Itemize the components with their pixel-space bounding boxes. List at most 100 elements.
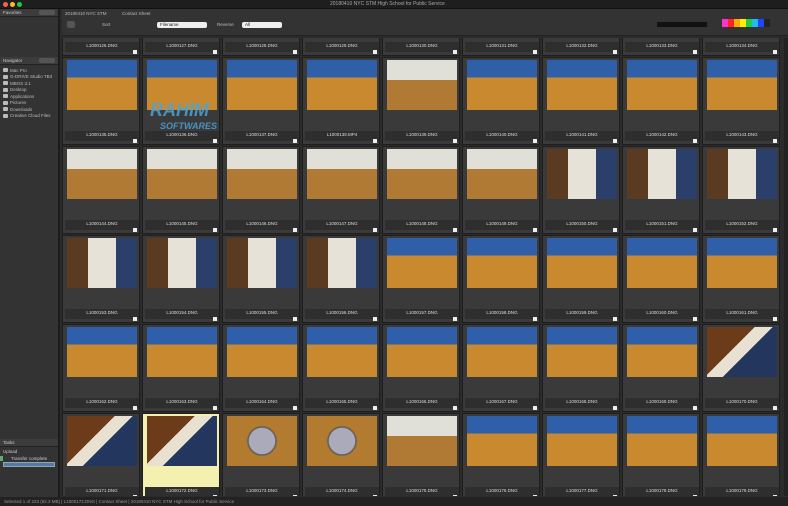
tag-checkbox[interactable] bbox=[693, 50, 697, 54]
thumbnail-cell[interactable]: L1000157.DNG bbox=[382, 235, 460, 323]
tag-checkbox[interactable] bbox=[453, 228, 457, 232]
photo-thumbnail[interactable] bbox=[467, 238, 537, 288]
tag-checkbox[interactable] bbox=[693, 139, 697, 143]
photo-thumbnail[interactable] bbox=[387, 238, 457, 288]
thumbnail-cell[interactable]: L1000126.DNG bbox=[62, 38, 140, 56]
photo-thumbnail[interactable] bbox=[467, 327, 537, 377]
tag-checkbox[interactable] bbox=[453, 317, 457, 321]
tag-checkbox[interactable] bbox=[133, 406, 137, 410]
photo-thumbnail[interactable] bbox=[227, 238, 297, 288]
tag-checkbox[interactable] bbox=[613, 406, 617, 410]
photo-thumbnail[interactable] bbox=[707, 238, 777, 288]
thumbnail-cell[interactable]: L1000152.DNG bbox=[702, 146, 780, 234]
thumbnail-cell[interactable]: L1000179.DNG bbox=[702, 413, 780, 496]
tag-checkbox[interactable] bbox=[213, 228, 217, 232]
photo-thumbnail[interactable] bbox=[627, 238, 697, 288]
tag-checkbox[interactable] bbox=[373, 228, 377, 232]
tag-checkbox[interactable] bbox=[213, 139, 217, 143]
thumbnail-cell[interactable]: L1000153.DNG bbox=[62, 235, 140, 323]
thumbnail-cell[interactable]: L1000146.DNG bbox=[222, 146, 300, 234]
thumbnail-cell[interactable]: L1000150.DNG bbox=[542, 146, 620, 234]
thumbnail-cell[interactable]: L1000155.DNG bbox=[222, 235, 300, 323]
thumbnail-cell[interactable]: L1000147.DNG bbox=[302, 146, 380, 234]
tag-checkbox[interactable] bbox=[213, 406, 217, 410]
thumbnail-cell[interactable]: L1000135.DNG bbox=[62, 57, 140, 145]
photo-thumbnail[interactable] bbox=[67, 149, 137, 199]
thumbnail-cell[interactable]: L1000171.DNG bbox=[62, 413, 140, 496]
grid-scrollbar[interactable] bbox=[784, 38, 788, 496]
photo-thumbnail[interactable] bbox=[147, 416, 217, 466]
color-class-filter[interactable] bbox=[722, 19, 770, 28]
photo-thumbnail[interactable] bbox=[547, 238, 617, 288]
tag-checkbox[interactable] bbox=[453, 50, 457, 54]
tag-checkbox[interactable] bbox=[453, 406, 457, 410]
folder-item[interactable]: G-DRIVE Studio TB3 bbox=[3, 74, 55, 81]
photo-thumbnail[interactable] bbox=[627, 416, 697, 466]
thumbnail-cell[interactable]: L1000144.DNG bbox=[62, 146, 140, 234]
photo-thumbnail[interactable] bbox=[627, 149, 697, 199]
photo-thumbnail[interactable] bbox=[467, 416, 537, 466]
thumbnail-cell[interactable]: L1000166.DNG bbox=[382, 324, 460, 412]
photo-thumbnail[interactable] bbox=[467, 60, 537, 110]
photo-thumbnail[interactable] bbox=[467, 149, 537, 199]
photo-thumbnail[interactable] bbox=[147, 149, 217, 199]
thumbnail-cell[interactable]: L1000139.DNG bbox=[382, 57, 460, 145]
tag-checkbox[interactable] bbox=[293, 406, 297, 410]
tag-checkbox[interactable] bbox=[533, 495, 537, 496]
photo-thumbnail[interactable] bbox=[707, 60, 777, 110]
thumbnail-cell[interactable]: L1000149.DNG bbox=[462, 146, 540, 234]
thumbnail-cell[interactable]: L1000148.DNG bbox=[382, 146, 460, 234]
thumbnail-cell[interactable]: L1000164.DNG bbox=[222, 324, 300, 412]
thumbnail-cell[interactable]: L1000128.DNG bbox=[222, 38, 300, 56]
thumbnail-cell[interactable]: L1000133.DNG bbox=[622, 38, 700, 56]
thumbnail-cell[interactable]: L1000158.DNG bbox=[462, 235, 540, 323]
tag-checkbox[interactable] bbox=[613, 50, 617, 54]
photo-thumbnail[interactable] bbox=[387, 60, 457, 110]
tag-checkbox[interactable] bbox=[533, 317, 537, 321]
photo-thumbnail[interactable] bbox=[147, 327, 217, 377]
photo-thumbnail[interactable] bbox=[307, 149, 377, 199]
tag-checkbox[interactable] bbox=[533, 139, 537, 143]
photo-thumbnail[interactable] bbox=[227, 149, 297, 199]
thumbnail-cell[interactable]: L1000162.DNG bbox=[62, 324, 140, 412]
tag-checkbox[interactable] bbox=[613, 139, 617, 143]
thumbnail-cell[interactable]: L1000161.DNG bbox=[702, 235, 780, 323]
tag-checkbox[interactable] bbox=[133, 317, 137, 321]
photo-thumbnail[interactable] bbox=[67, 416, 137, 466]
photo-thumbnail[interactable] bbox=[307, 416, 377, 466]
thumbnail-cell[interactable]: L1000168.DNG bbox=[542, 324, 620, 412]
thumbnail-cell[interactable]: L1000169.DNG bbox=[622, 324, 700, 412]
tag-checkbox[interactable] bbox=[133, 228, 137, 232]
tag-checkbox[interactable] bbox=[773, 228, 777, 232]
tab-contact-sheet[interactable]: Contact Sheet bbox=[122, 11, 151, 16]
thumbnail-cell[interactable]: L1000160.DNG bbox=[622, 235, 700, 323]
tag-checkbox[interactable] bbox=[293, 317, 297, 321]
close-button[interactable] bbox=[3, 2, 8, 7]
thumbnail-cell[interactable]: L1000172.DNG bbox=[142, 413, 220, 496]
thumbnail-cell[interactable]: L1000178.DNG bbox=[622, 413, 700, 496]
thumbnail-cell[interactable]: L1000142.DNG bbox=[622, 57, 700, 145]
thumbnail-cell[interactable]: L1000130.DNG bbox=[382, 38, 460, 56]
tag-checkbox[interactable] bbox=[613, 317, 617, 321]
tag-checkbox[interactable] bbox=[693, 317, 697, 321]
photo-thumbnail[interactable] bbox=[627, 60, 697, 110]
photo-thumbnail[interactable] bbox=[547, 416, 617, 466]
tag-checkbox[interactable] bbox=[533, 50, 537, 54]
photo-thumbnail[interactable] bbox=[707, 149, 777, 199]
navigator-menu-button[interactable] bbox=[39, 58, 55, 63]
tag-checkbox[interactable] bbox=[133, 495, 137, 496]
photo-thumbnail[interactable] bbox=[227, 60, 297, 110]
photo-thumbnail[interactable] bbox=[227, 416, 297, 466]
star-rating-filter[interactable] bbox=[657, 22, 707, 27]
tag-checkbox[interactable] bbox=[453, 139, 457, 143]
photo-thumbnail[interactable] bbox=[67, 327, 137, 377]
tag-checkbox[interactable] bbox=[773, 317, 777, 321]
favorites-menu-button[interactable] bbox=[39, 10, 55, 15]
folder-item[interactable]: Creative Cloud Files bbox=[3, 113, 55, 120]
thumbnail-cell[interactable]: L1000176.DNG bbox=[462, 413, 540, 496]
photo-thumbnail[interactable] bbox=[707, 327, 777, 377]
tag-checkbox[interactable] bbox=[213, 317, 217, 321]
tag-checkbox[interactable] bbox=[133, 139, 137, 143]
tag-checkbox[interactable] bbox=[213, 495, 217, 496]
tag-checkbox[interactable] bbox=[533, 406, 537, 410]
